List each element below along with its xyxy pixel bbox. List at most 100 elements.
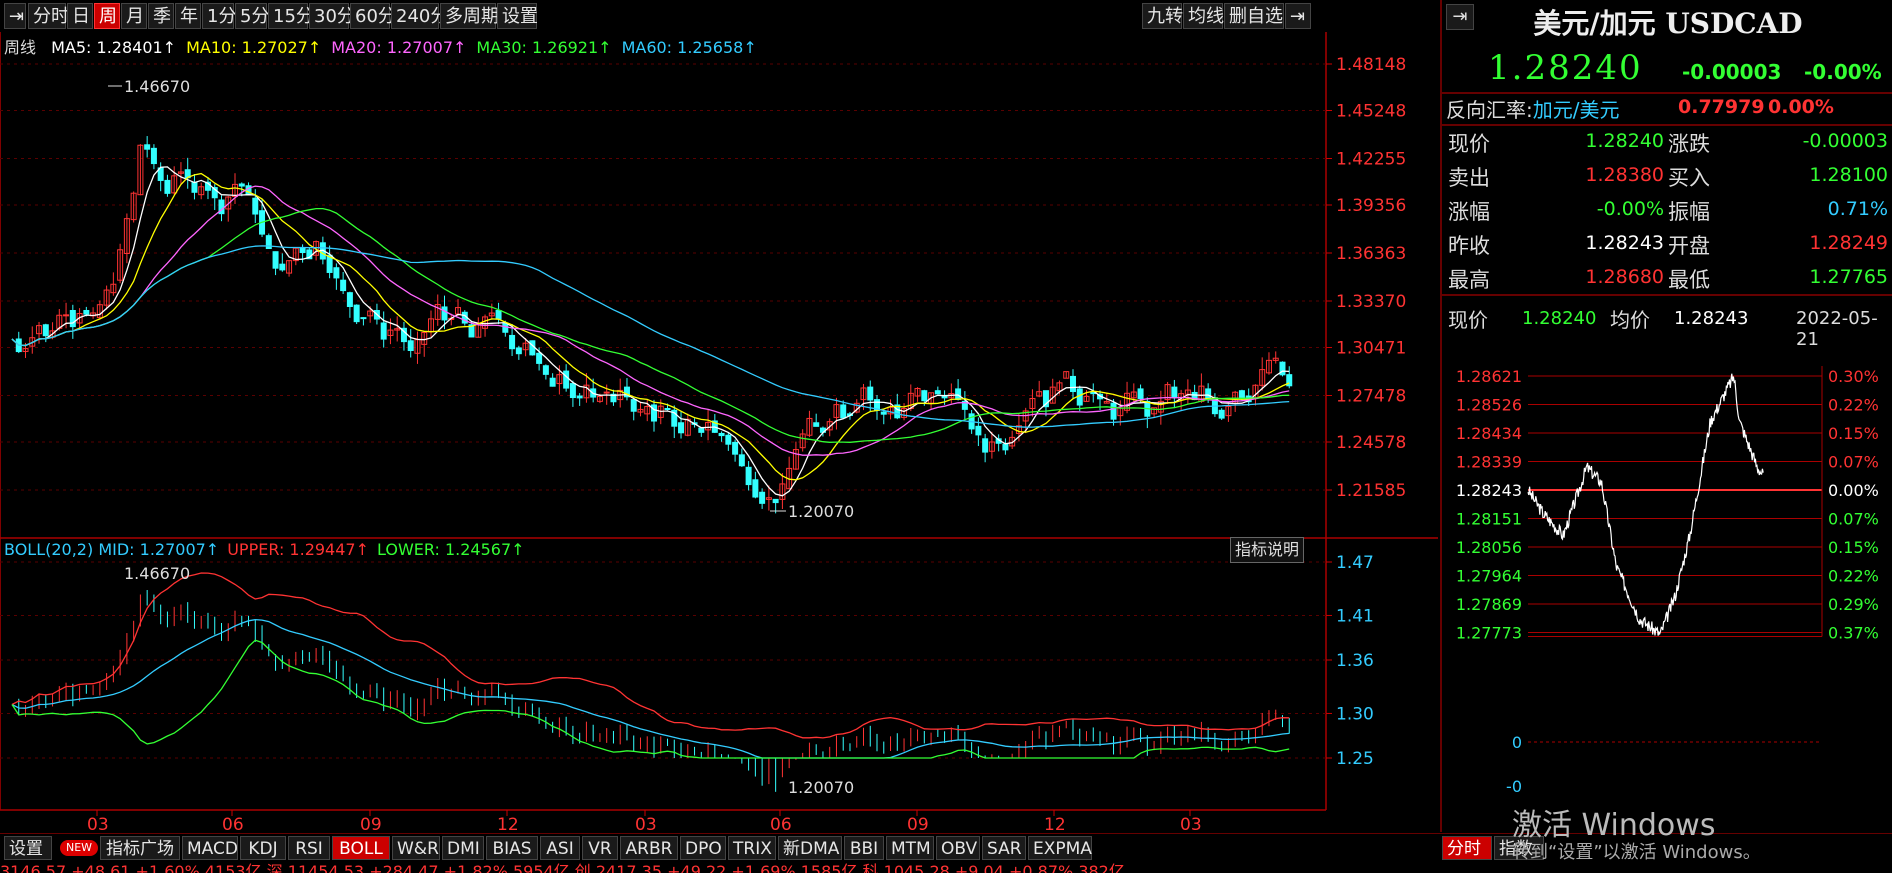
indicator-tab-3[interactable]: RSI (288, 836, 330, 860)
price-axis-label: 1.24578 (1336, 433, 1406, 453)
toolbar-right-0[interactable]: 九转 (1142, 3, 1183, 29)
candle-body (272, 251, 279, 269)
indicator-tab-0[interactable]: 指标广场 (100, 836, 180, 860)
period-tab-5[interactable]: 年 (175, 3, 201, 29)
candle-body (603, 391, 610, 394)
settings-tab[interactable]: 设置 (4, 836, 52, 860)
price-axis-label: 1.42255 (1336, 150, 1406, 170)
period-tab-2[interactable]: 周 (94, 3, 120, 29)
price-axis-label: 1.36363 (1336, 244, 1406, 264)
candle-body (360, 317, 367, 320)
period-tab-7[interactable]: 5分 (235, 3, 269, 29)
indicator-tab-7[interactable]: BIAS (486, 836, 538, 860)
indicator-tab-17[interactable]: SAR (982, 836, 1026, 860)
candle-body (840, 404, 847, 419)
candle-body (299, 247, 306, 254)
mini-right-axis-label: 0.15% (1828, 538, 1879, 557)
quote-value: 1.28240 (1585, 130, 1664, 152)
candle-body (83, 309, 90, 315)
period-tab-4[interactable]: 季 (148, 3, 174, 29)
toolbar-collapse-icon[interactable]: ⇥ (1285, 3, 1311, 29)
quote-value: 1.28249 (1809, 232, 1888, 254)
period-tab-1[interactable]: 日 (67, 3, 93, 29)
ma-legend-item: MA30: 1.26921↑ (476, 38, 612, 57)
candle-body (678, 422, 685, 434)
indicator-tab-14[interactable]: BBI (844, 836, 884, 860)
boll-axis-label: 1.36 (1336, 651, 1374, 671)
boll-legend-item: LOWER: 1.24567↑ (377, 540, 525, 559)
period-tab-3[interactable]: 月 (121, 3, 147, 29)
indicator-tab-11[interactable]: DPO (680, 836, 726, 860)
candle-body (144, 144, 151, 150)
ma-legend-item: MA5: 1.28401↑ (51, 38, 177, 57)
indicator-tab-1[interactable]: MACD (182, 836, 238, 860)
period-tab-0[interactable]: 分时 (28, 3, 69, 29)
candle-body (42, 324, 49, 337)
candle-body (333, 267, 340, 279)
candle-body (1218, 409, 1225, 419)
period-tab-8[interactable]: 15分 (268, 3, 314, 29)
mini-right-axis-label: 0.30% (1828, 367, 1879, 386)
boll-axis-label: 1.47 (1336, 553, 1374, 573)
mini-left-axis-label: 1.28151 (1456, 510, 1522, 529)
quote-value: 1.28380 (1585, 164, 1664, 186)
mini-right-axis-label: 0.07% (1828, 510, 1879, 529)
divider (1442, 124, 1892, 126)
candle-body (407, 340, 414, 351)
pair-title: 美元/加元 USDCAD (1533, 7, 1803, 40)
new-badge: NEW (60, 840, 99, 856)
intraday-chart-svg[interactable]: 1.28621 0.30% 1.28526 0.22% 1.28434 0.15% 1.28… (1442, 334, 1892, 804)
period-tab-9[interactable]: 30分 (309, 3, 355, 29)
toolbar-right-1[interactable]: 均线 (1183, 3, 1224, 29)
mini-avg-label: 均价 (1610, 308, 1650, 332)
candle-body (1171, 386, 1178, 399)
toolbar-right-2[interactable]: 删自选 (1224, 3, 1284, 29)
low-label: 1.20070 (788, 502, 854, 521)
mini-header: 现价 (1448, 304, 1488, 333)
intraday-price-line (1527, 373, 1764, 636)
candle-body (955, 388, 962, 400)
mini-right-axis-label: 0.29% (1828, 595, 1879, 614)
mini-right-axis-label: 0.22% (1828, 396, 1879, 415)
period-tab-11[interactable]: 240分 (391, 3, 448, 29)
candle-body (164, 179, 171, 194)
mini-left-axis-label: 1.28621 (1456, 367, 1522, 386)
mini-left-axis-label: 1.28243 (1456, 481, 1522, 500)
indicator-tab-5[interactable]: W&R (392, 836, 440, 860)
boll-axis-label: 1.30 (1336, 704, 1374, 724)
candle-body (934, 390, 941, 395)
period-tab-13[interactable]: 设置 (497, 3, 538, 29)
kline-chart-area[interactable]: 1.48148 1.45248 1.42255 1.39356 1.36363 1.333… (0, 32, 1438, 835)
indicator-tab-8[interactable]: ASI (540, 836, 580, 860)
ma-legend-item: MA60: 1.25658↑ (621, 38, 757, 57)
period-tab-12[interactable]: 多周期 (440, 3, 499, 29)
tab-intraday[interactable]: 分时 (1442, 836, 1492, 860)
candle-body (191, 181, 198, 193)
kline-chart-svg[interactable]: 1.48148 1.45248 1.42255 1.39356 1.36363 1.333… (0, 32, 1438, 835)
indicator-explain-button[interactable]: 指标说明 (1230, 537, 1305, 563)
indicator-tab-18[interactable]: EXPMA (1028, 836, 1092, 860)
indicator-tab-13[interactable]: 新DMA (778, 836, 842, 860)
quote-label: 振幅 (1668, 200, 1710, 224)
toolbar-expand-icon[interactable]: ⇥ (4, 3, 26, 29)
indicator-tab-16[interactable]: OBV (936, 836, 980, 860)
period-tab-6[interactable]: 1分 (202, 3, 236, 29)
indicator-tab-12[interactable]: TRIX (728, 836, 776, 860)
high-label: 1.46670 (124, 77, 190, 96)
indicator-tab-15[interactable]: MTM (886, 836, 934, 860)
indicator-tab-2[interactable]: KDJ (240, 836, 286, 860)
quote-value: -0.00003 (1802, 130, 1888, 152)
mini-right-axis-label: 0.15% (1828, 424, 1879, 443)
indicator-tab-4[interactable]: BOLL (332, 836, 390, 860)
period-tab-10[interactable]: 60分 (350, 3, 396, 29)
price-change: -0.00003 (1682, 60, 1782, 84)
indicator-tab-6[interactable]: DMI (442, 836, 484, 860)
indicator-tab-10[interactable]: ARBR (620, 836, 678, 860)
mini-left-axis-label: 1.28434 (1456, 424, 1522, 443)
quote-value: 1.28243 (1585, 232, 1664, 254)
candle-body (515, 347, 522, 355)
reverse-pair-link[interactable]: 加元/美元 (1533, 98, 1620, 122)
ma-legend-item: MA20: 1.27007↑ (331, 38, 467, 57)
indicator-tab-9[interactable]: VR (582, 836, 618, 860)
quote-label: 涨幅 (1448, 200, 1490, 224)
